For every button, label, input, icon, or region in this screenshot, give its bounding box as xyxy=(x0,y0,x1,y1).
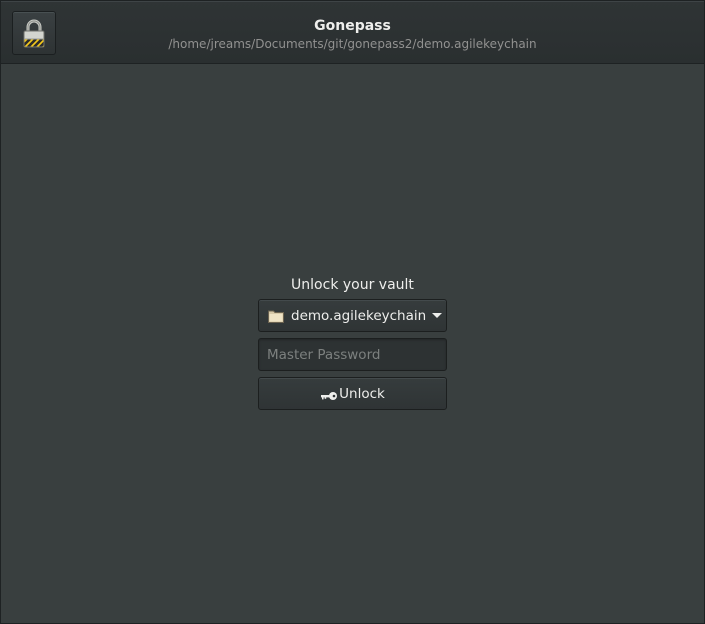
key-icon xyxy=(320,389,338,400)
vault-name: demo.agilekeychain xyxy=(291,307,427,324)
title-block: Gonepass /home/jreams/Documents/git/gone… xyxy=(1,17,704,53)
unlock-form: Unlock your vault demo.agilekeychain Unl… xyxy=(258,275,447,410)
unlock-button[interactable]: Unlock xyxy=(258,377,447,410)
window-subtitle: /home/jreams/Documents/git/gonepass2/dem… xyxy=(168,37,537,51)
vault-dropdown[interactable]: demo.agilekeychain xyxy=(258,299,447,332)
unlock-button-label: Unlock xyxy=(339,385,385,402)
master-password-input[interactable] xyxy=(258,338,447,371)
app-window: Gonepass /home/jreams/Documents/git/gone… xyxy=(0,0,705,624)
unlock-heading: Unlock your vault xyxy=(291,277,414,293)
window-title: Gonepass xyxy=(314,18,391,34)
header-bar: Gonepass /home/jreams/Documents/git/gone… xyxy=(1,1,704,64)
chevron-down-icon xyxy=(432,313,443,318)
folder-icon xyxy=(268,309,284,323)
